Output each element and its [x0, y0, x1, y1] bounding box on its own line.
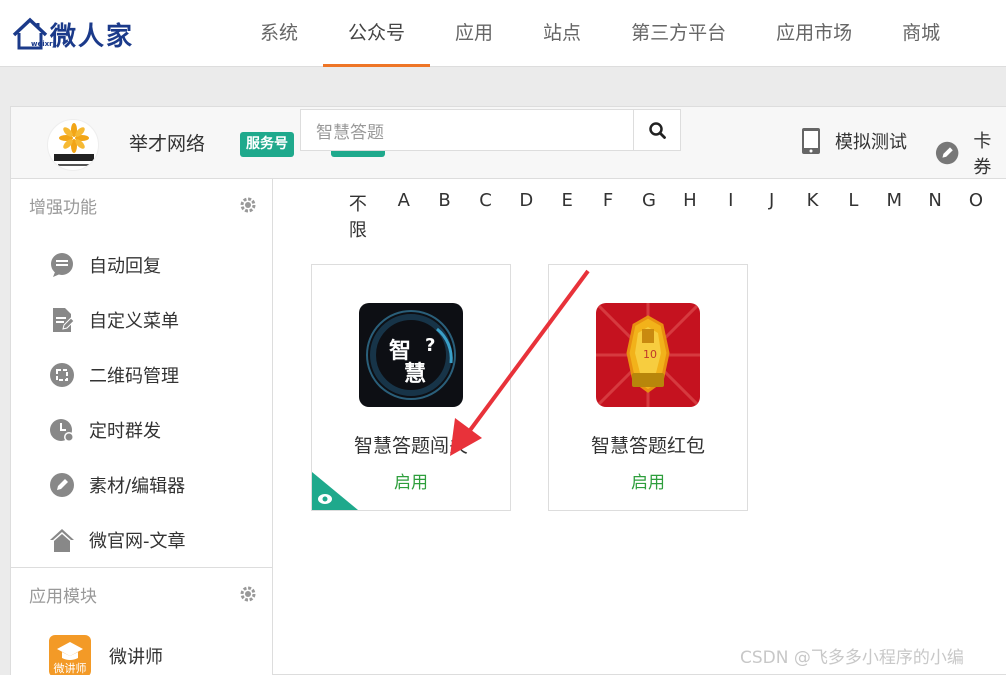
pencil-icon	[935, 141, 959, 165]
filter-letter[interactable]: F	[597, 190, 619, 242]
account-avatar	[47, 119, 99, 171]
card-coupon-label: 卡券	[973, 131, 992, 178]
main-nav: 系统 公众号 应用 站点 第三方平台 应用市场 商城	[235, 0, 965, 67]
filter-letter[interactable]: I	[720, 190, 742, 242]
nav-app-market[interactable]: 应用市场	[751, 0, 877, 67]
simulate-test-button[interactable]: 模拟测试	[801, 127, 907, 155]
search-box	[300, 109, 681, 151]
search-icon	[648, 121, 666, 139]
section-app-modules-title: 应用模块	[29, 587, 97, 607]
nav-third-party[interactable]: 第三方平台	[606, 0, 751, 67]
nav-official-account[interactable]: 公众号	[323, 0, 431, 67]
logo-sub: weixrj	[31, 40, 55, 48]
sidebar-item-label: 自动回复	[89, 255, 161, 277]
sidebar-item-auto-reply[interactable]: 自动回复	[11, 237, 272, 292]
section-app-modules: 应用模块	[11, 568, 272, 626]
filter-letter[interactable]: J	[761, 190, 783, 242]
home-icon	[49, 527, 75, 553]
sidebar-item-material-editor[interactable]: 素材/编辑器	[11, 457, 272, 512]
sidebar-item-label: 素材/编辑器	[89, 475, 186, 497]
sidebar-item-label: 二维码管理	[89, 365, 179, 387]
pencil-icon	[49, 472, 75, 498]
filter-letter[interactable]: H	[679, 190, 701, 242]
sidebar: 增强功能 自动回复 自定义菜单 二维码管理 定时群发 素材/编辑器 微官网-文章…	[11, 179, 273, 675]
sidebar-item-label: 自定义菜单	[89, 310, 179, 332]
sidebar-item-label: 定时群发	[89, 420, 161, 442]
nav-apps[interactable]: 应用	[430, 0, 518, 67]
lecturer-app-icon: 微讲师	[49, 635, 91, 675]
filter-letter[interactable]: N	[924, 190, 946, 242]
app-card-status[interactable]: 启用	[549, 468, 747, 493]
filter-letter[interactable]: C	[475, 190, 497, 242]
filter-letter[interactable]: D	[515, 190, 537, 242]
nav-system[interactable]: 系统	[235, 0, 323, 67]
filter-letter[interactable]: G	[638, 190, 660, 242]
gear-icon[interactable]	[240, 586, 256, 602]
filter-letter[interactable]: O	[965, 190, 987, 242]
filter-all[interactable]: 不限	[340, 190, 376, 242]
filter-letter[interactable]: E	[556, 190, 578, 242]
lecturer-app-icon-text: 微讲师	[53, 662, 87, 675]
thumbnail-text: ?	[425, 335, 435, 356]
sidebar-item-label: 微讲师	[109, 647, 163, 668]
thumbnail-text: 慧	[404, 362, 426, 387]
sidebar-item-qrcode[interactable]: 二维码管理	[11, 347, 272, 402]
card-coupon-button[interactable]: 卡券	[935, 127, 1006, 179]
simulate-test-label: 模拟测试	[835, 132, 907, 153]
document-edit-icon	[49, 307, 75, 333]
filter-letter[interactable]: B	[434, 190, 456, 242]
sidebar-item-scheduled-send[interactable]: 定时群发	[11, 402, 272, 457]
filter-letter[interactable]: M	[883, 190, 905, 242]
service-badge: 服务号	[240, 132, 294, 157]
search-button[interactable]	[633, 110, 680, 150]
alphabet-filter: 不限 A B C D E F G H I J K L M N O	[340, 190, 1006, 242]
qrcode-icon	[49, 362, 75, 388]
logo-text: 微人家	[50, 21, 135, 52]
nav-store[interactable]: 商城	[877, 0, 965, 67]
filter-letter[interactable]: L	[842, 190, 864, 242]
logo[interactable]: weixrj 微人家	[12, 14, 134, 54]
nav-site[interactable]: 站点	[518, 0, 606, 67]
watermark: CSDN @飞多多小程序的小编	[740, 648, 964, 668]
sidebar-item-label: 微官网-文章	[89, 530, 186, 552]
top-navbar: weixrj 微人家 系统 公众号 应用 站点 第三方平台 应用市场 商城	[0, 0, 1006, 67]
sidebar-item-custom-menu[interactable]: 自定义菜单	[11, 292, 272, 347]
clock-icon	[49, 417, 75, 443]
thumbnail-text: 10	[643, 348, 657, 361]
gear-icon[interactable]	[240, 197, 256, 213]
account-name: 举才网络	[129, 133, 206, 155]
thumbnail-text: 智	[389, 338, 411, 364]
mobile-icon	[802, 128, 820, 154]
chat-icon	[49, 252, 75, 278]
search-input[interactable]	[301, 110, 634, 150]
eye-icon	[318, 494, 332, 504]
sidebar-item-lecturer[interactable]: 微讲师 微讲师	[11, 626, 272, 675]
section-enhanced: 增强功能	[11, 179, 272, 237]
annotation-arrow	[450, 269, 590, 456]
section-enhanced-title: 增强功能	[29, 198, 97, 218]
sidebar-item-website-article[interactable]: 微官网-文章	[11, 512, 272, 567]
filter-letter[interactable]: A	[393, 190, 415, 242]
app-thumbnail: 10	[596, 303, 700, 407]
filter-letter[interactable]: K	[802, 190, 824, 242]
